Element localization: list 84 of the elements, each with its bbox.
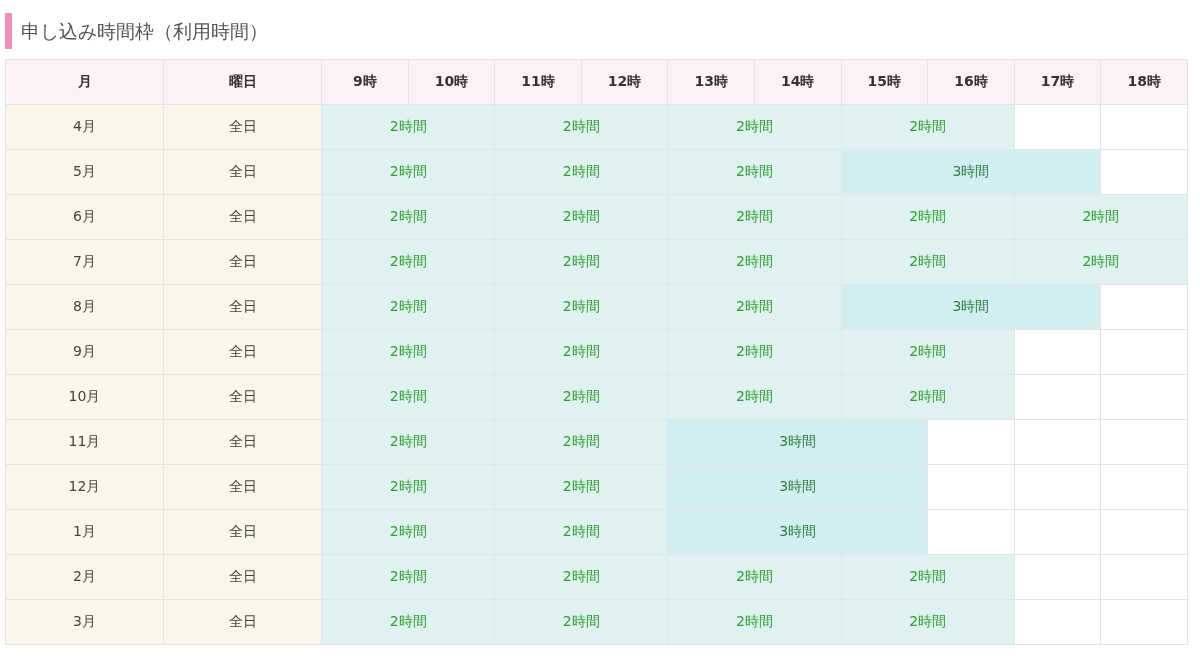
section-heading: 申し込み時間枠（利用時間） bbox=[5, 13, 1200, 49]
table-cell: 3月 bbox=[5, 599, 164, 645]
time-slot: 2時間 bbox=[321, 329, 495, 375]
time-slot: 2時間 bbox=[1014, 194, 1188, 240]
time-slot: 2時間 bbox=[667, 194, 842, 240]
table-cell: 全日 bbox=[163, 464, 322, 510]
table-cell: 8月 bbox=[5, 284, 164, 330]
time-slot: 2時間 bbox=[667, 329, 842, 375]
column-header: 曜日 bbox=[163, 59, 322, 105]
table-cell: 全日 bbox=[163, 554, 322, 600]
time-slot: 2時間 bbox=[494, 599, 668, 645]
table-cell: 全日 bbox=[163, 509, 322, 555]
time-slot: 2時間 bbox=[494, 194, 668, 240]
time-slot: 2時間 bbox=[667, 284, 842, 330]
time-slot: 2時間 bbox=[1014, 239, 1188, 285]
time-slot: 2時間 bbox=[321, 599, 495, 645]
time-slot: 2時間 bbox=[667, 104, 842, 150]
table-cell: 12月 bbox=[5, 464, 164, 510]
table-cell: 全日 bbox=[163, 149, 322, 195]
table-cell: 全日 bbox=[163, 419, 322, 465]
time-slot: 2時間 bbox=[494, 239, 668, 285]
time-slot: 2時間 bbox=[321, 419, 495, 465]
time-slot: 2時間 bbox=[494, 509, 668, 555]
time-slot: 2時間 bbox=[667, 149, 842, 195]
time-slot: 2時間 bbox=[494, 374, 668, 420]
time-slot: 2時間 bbox=[321, 509, 495, 555]
time-slot: 3時間 bbox=[841, 149, 1101, 195]
column-header: 18時 bbox=[1100, 59, 1188, 105]
time-slot: 2時間 bbox=[494, 554, 668, 600]
time-slot: 2時間 bbox=[321, 104, 495, 150]
table-cell: 全日 bbox=[163, 599, 322, 645]
time-slot: 2時間 bbox=[667, 554, 842, 600]
time-slot: 3時間 bbox=[667, 419, 928, 465]
time-slot: 2時間 bbox=[321, 374, 495, 420]
column-header: 15時 bbox=[841, 59, 928, 105]
column-header: 13時 bbox=[667, 59, 755, 105]
column-header: 月 bbox=[5, 59, 164, 105]
table-cell: 全日 bbox=[163, 374, 322, 420]
table-cell: 全日 bbox=[163, 239, 322, 285]
time-slot: 2時間 bbox=[494, 419, 668, 465]
table-cell: 全日 bbox=[163, 194, 322, 240]
time-slot: 3時間 bbox=[667, 464, 928, 510]
time-slot: 2時間 bbox=[321, 464, 495, 510]
time-slot: 2時間 bbox=[841, 194, 1015, 240]
column-header: 9時 bbox=[321, 59, 409, 105]
table-cell: 4月 bbox=[5, 104, 164, 150]
table-cell: 全日 bbox=[163, 104, 322, 150]
time-slot: 2時間 bbox=[841, 239, 1015, 285]
time-slot: 2時間 bbox=[321, 149, 495, 195]
column-header: 14時 bbox=[754, 59, 842, 105]
time-slot: 3時間 bbox=[667, 509, 928, 555]
time-slot: 2時間 bbox=[321, 284, 495, 330]
table-cell: 全日 bbox=[163, 284, 322, 330]
column-header: 12時 bbox=[581, 59, 668, 105]
time-slot: 2時間 bbox=[841, 104, 1015, 150]
time-slot: 2時間 bbox=[667, 374, 842, 420]
time-slot: 2時間 bbox=[494, 284, 668, 330]
table-cell: 5月 bbox=[5, 149, 164, 195]
table-cell: 7月 bbox=[5, 239, 164, 285]
table-cell: 6月 bbox=[5, 194, 164, 240]
column-header: 16時 bbox=[927, 59, 1015, 105]
time-slot: 2時間 bbox=[494, 464, 668, 510]
table-cell: 1月 bbox=[5, 509, 164, 555]
time-slot: 2時間 bbox=[494, 149, 668, 195]
time-slot: 2時間 bbox=[667, 599, 842, 645]
time-slot: 2時間 bbox=[841, 599, 1015, 645]
table-cell: 10月 bbox=[5, 374, 164, 420]
column-header: 17時 bbox=[1014, 59, 1101, 105]
time-slot: 2時間 bbox=[494, 329, 668, 375]
time-slot: 2時間 bbox=[321, 554, 495, 600]
time-slot: 2時間 bbox=[321, 194, 495, 240]
column-header: 10時 bbox=[408, 59, 495, 105]
time-slot: 2時間 bbox=[841, 374, 1015, 420]
time-slot: 3時間 bbox=[841, 284, 1101, 330]
time-slot: 2時間 bbox=[321, 239, 495, 285]
table-cell: 全日 bbox=[163, 329, 322, 375]
time-slot: 2時間 bbox=[841, 329, 1015, 375]
table-cell: 11月 bbox=[5, 419, 164, 465]
time-slot: 2時間 bbox=[494, 104, 668, 150]
table-cell: 2月 bbox=[5, 554, 164, 600]
time-slot: 2時間 bbox=[667, 239, 842, 285]
time-slot: 2時間 bbox=[841, 554, 1015, 600]
column-header: 11時 bbox=[494, 59, 582, 105]
table-cell: 9月 bbox=[5, 329, 164, 375]
